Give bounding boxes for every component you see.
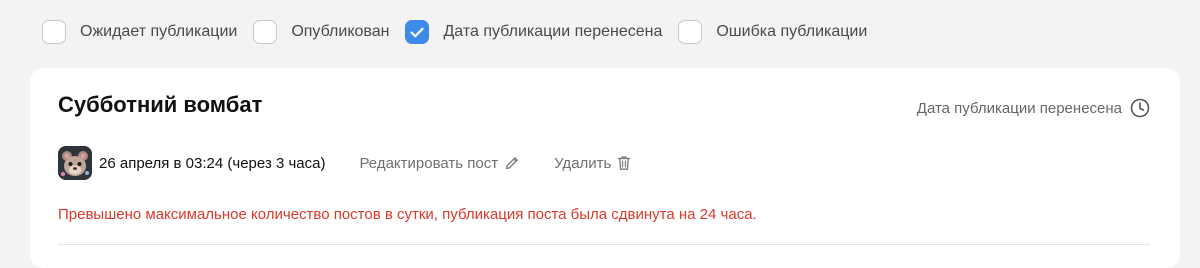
clock-icon	[1130, 98, 1150, 118]
edit-post-button[interactable]: Редактировать пост	[359, 155, 520, 172]
wombat-avatar-image	[58, 146, 92, 180]
filter-rescheduled[interactable]: Дата публикации перенесена	[405, 20, 662, 44]
avatar	[58, 146, 92, 180]
post-error-message: Превышено максимальное количество постов…	[58, 206, 757, 223]
trash-icon	[618, 156, 631, 170]
pencil-icon	[505, 157, 518, 170]
filter-error[interactable]: Ошибка публикации	[678, 20, 867, 44]
filter-published[interactable]: Опубликован	[253, 20, 389, 44]
filter-error-checkbox[interactable]	[678, 20, 703, 44]
post-status-label: Дата публикации перенесена	[916, 99, 1122, 117]
post-status: Дата публикации перенесена	[917, 98, 1150, 118]
delete-post-label: Удалить	[554, 154, 612, 172]
status-filter-bar: Ожидает публикации Опубликован Дата публ…	[42, 18, 883, 46]
card-divider	[58, 244, 1150, 245]
filter-pending[interactable]: Ожидает публикации	[42, 20, 237, 44]
delete-post-button[interactable]: Удалить	[554, 155, 631, 172]
post-meta-row: 26 апреля в 03:24 (через 3 часа) Редакти…	[58, 146, 665, 180]
filter-rescheduled-checkbox[interactable]	[405, 20, 430, 44]
filter-published-label: Опубликован	[291, 23, 390, 40]
checkmark-icon	[410, 27, 425, 37]
filter-pending-checkbox[interactable]	[42, 20, 66, 44]
post-card: Субботний вомбат Дата публикации перенес…	[30, 68, 1180, 268]
post-title: Субботний вомбат	[58, 92, 263, 117]
post-date: 26 апреля в 03:24 (через 3 часа)	[99, 154, 326, 172]
filter-error-label: Ошибка публикации	[716, 23, 868, 40]
edit-post-label: Редактировать пост	[359, 154, 499, 172]
filter-published-checkbox[interactable]	[253, 20, 278, 44]
filter-pending-label: Ожидает публикации	[80, 23, 238, 40]
filter-rescheduled-label: Дата публикации перенесена	[443, 23, 663, 40]
